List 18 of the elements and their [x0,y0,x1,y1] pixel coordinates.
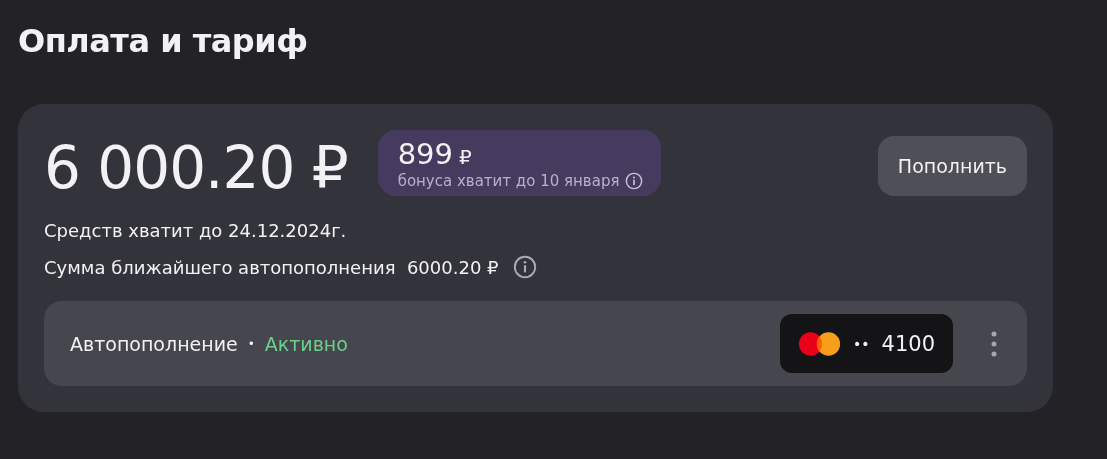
balance-amount: 6 000.20 ₽ [44,133,348,204]
payment-card[interactable]: •• 4100 [780,314,953,373]
separator-dot: • [247,336,255,351]
autopay-status: Активно [264,332,348,355]
card-brand-icon [798,329,842,358]
bonus-amount: 899 [397,136,453,172]
bonus-currency: ₽ [459,145,472,169]
info-text: Средств хватит до 24.12.2024г. [44,220,347,241]
card-number: 4100 [881,331,935,356]
info-icon[interactable] [512,255,537,279]
page-title: Оплата и тариф [18,22,309,60]
card-mask: •• [853,335,870,352]
info-icon[interactable] [625,172,644,190]
more-vertical-icon [991,330,997,357]
top-up-button[interactable]: Пополнить [877,136,1027,196]
info-text: Сумма ближайшего автопополнения 6000.20 ₽ [44,256,499,278]
bonus-note: бонуса хватит до 10 января [397,172,620,190]
autopay-label: Автопополнение [70,332,238,355]
